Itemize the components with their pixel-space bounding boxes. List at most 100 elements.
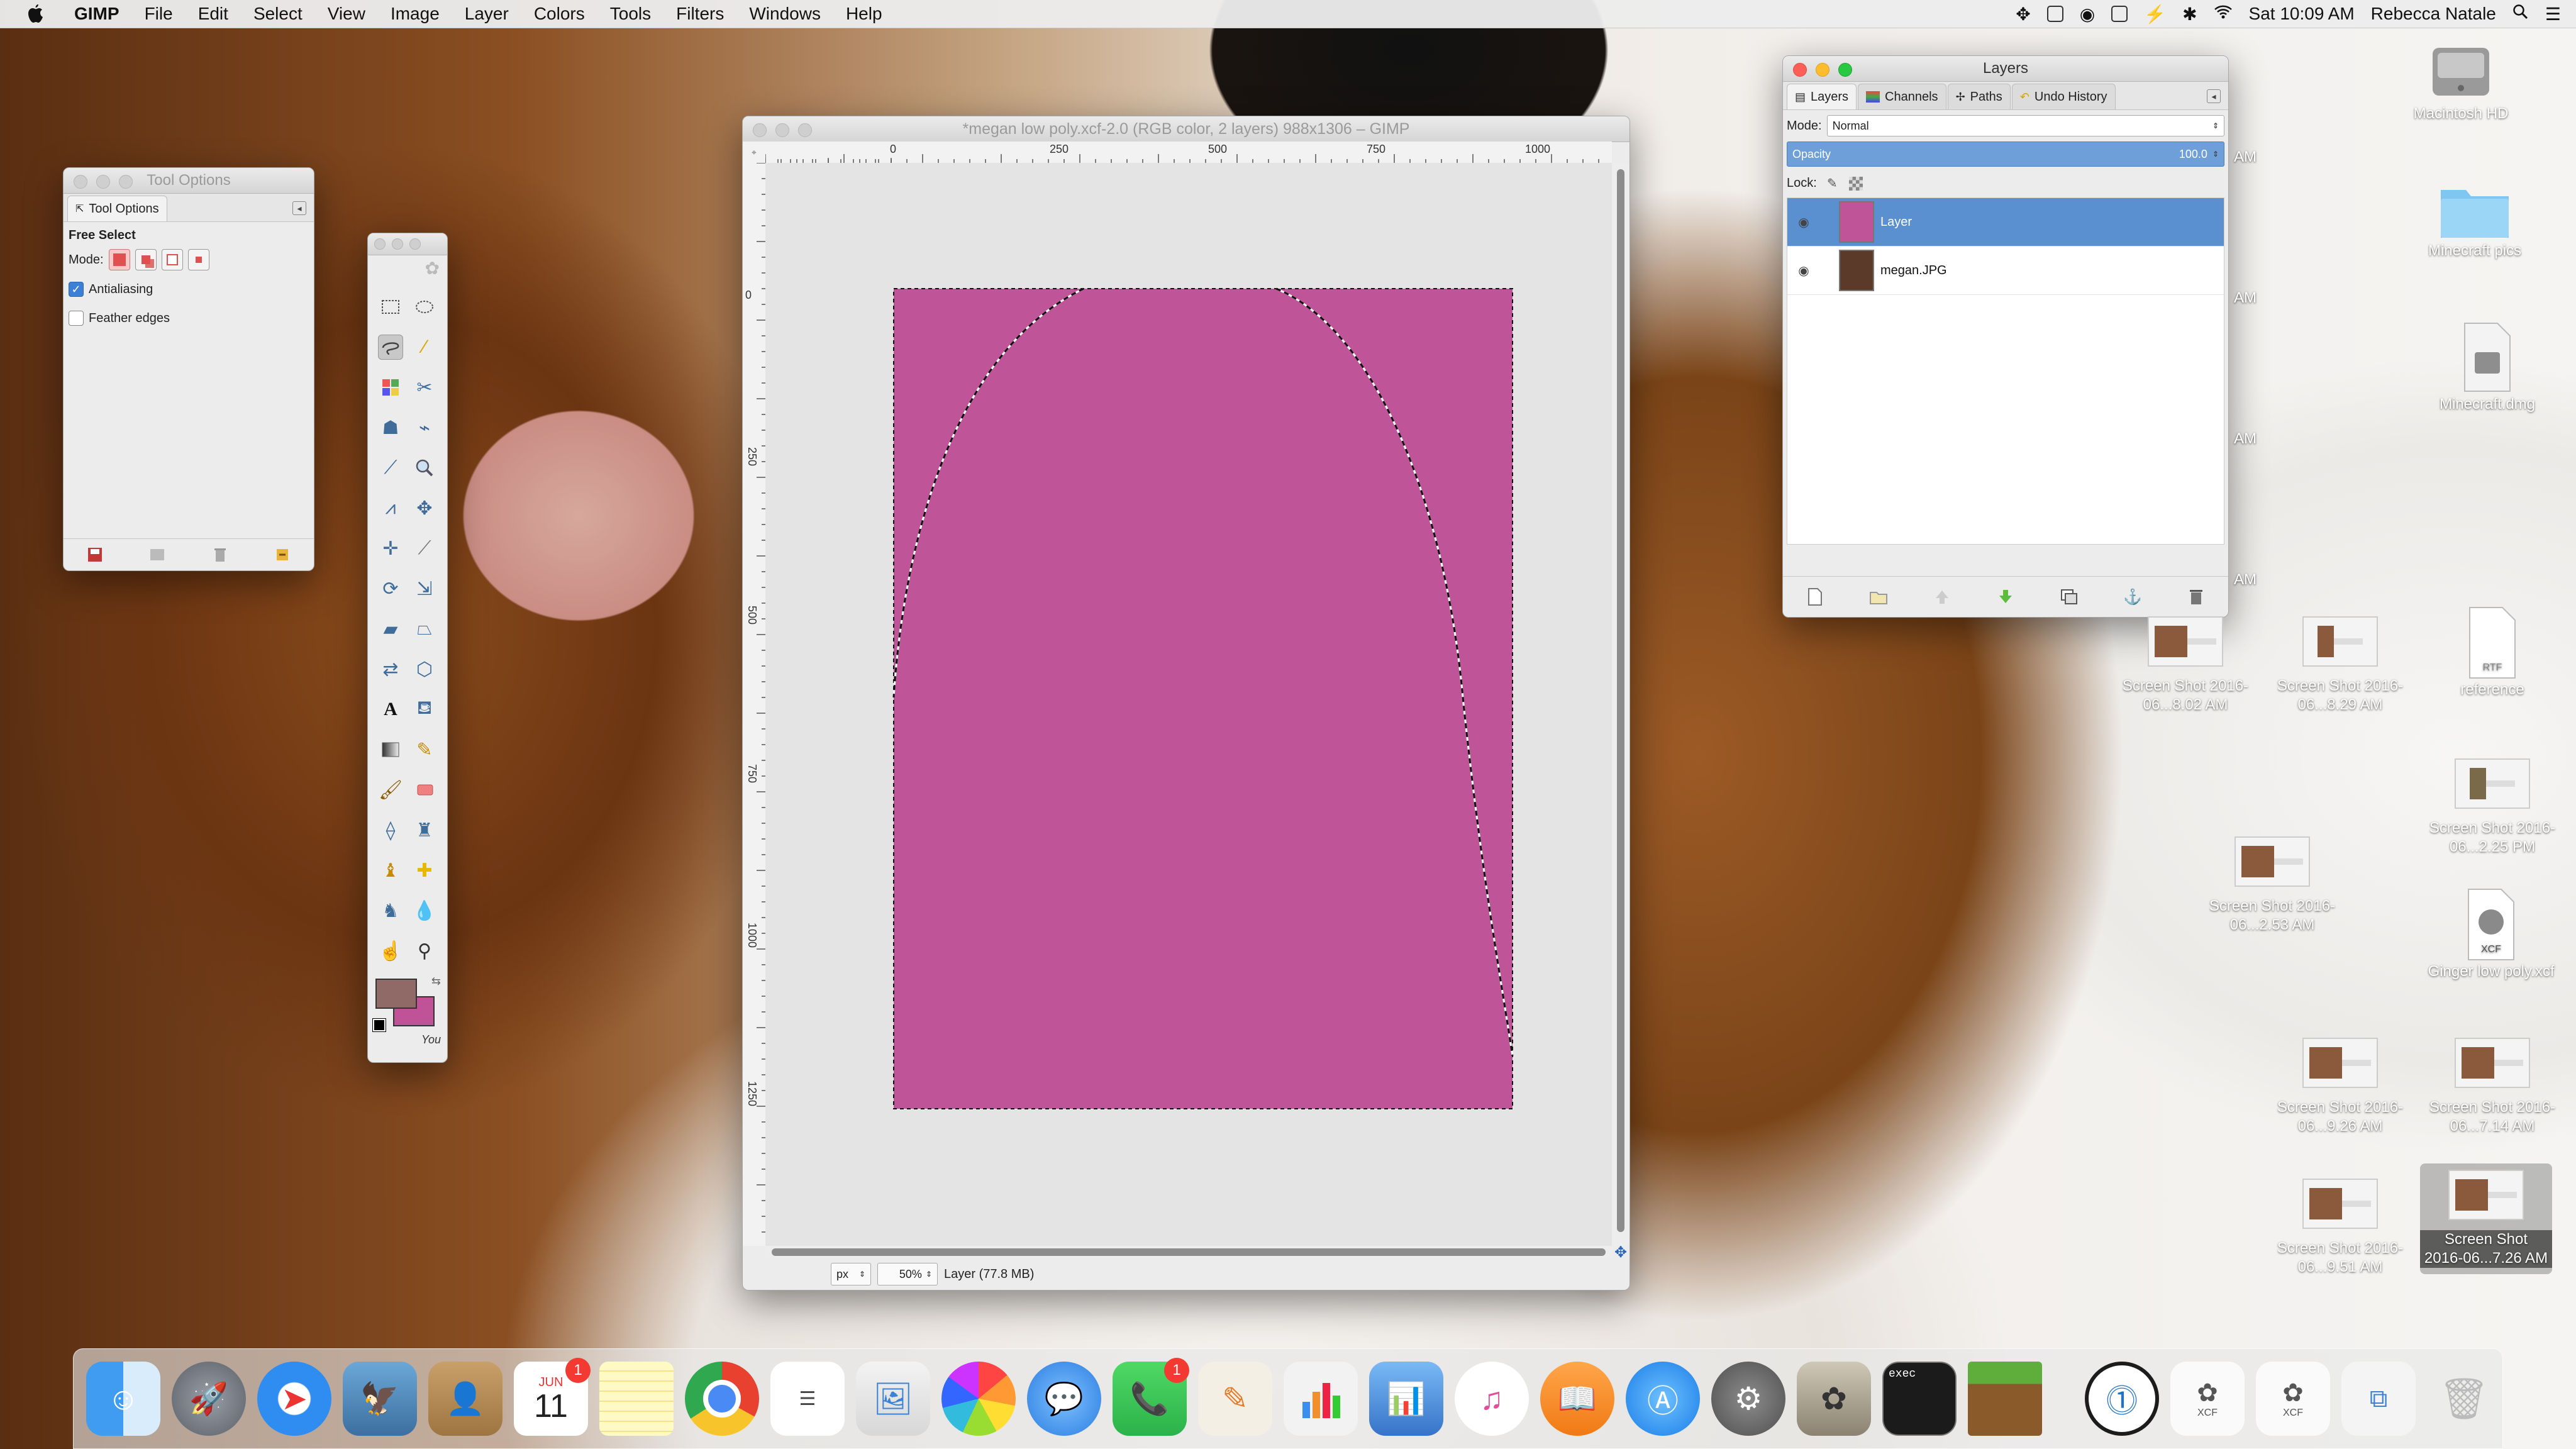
color-picker-tool[interactable]: ⟋ bbox=[374, 448, 408, 488]
desktop-icon-screenshot[interactable]: Screen Shot 2016-06...7.14 AM bbox=[2426, 1038, 2558, 1136]
dock-gimp-icon[interactable]: ✿ bbox=[1797, 1362, 1871, 1436]
bucket-fill-tool[interactable]: ⛾ bbox=[408, 689, 441, 730]
desktop-icon-minecraft-dmg[interactable]: Minecraft.dmg bbox=[2421, 319, 2553, 414]
menu-layer[interactable]: Layer bbox=[452, 4, 521, 24]
layer-name[interactable]: megan.JPG bbox=[1880, 264, 1947, 278]
battery-charge-icon[interactable]: ⚡ bbox=[2144, 4, 2166, 25]
dropbox-icon[interactable]: ✥ bbox=[2016, 4, 2030, 25]
vertical-ruler[interactable]: 0 250 500 750 1000 1250 bbox=[743, 163, 766, 1246]
ellipse-select-tool[interactable] bbox=[408, 287, 441, 327]
paths-tool[interactable]: ⌁ bbox=[408, 408, 441, 448]
menu-help[interactable]: Help bbox=[833, 4, 895, 24]
foreground-select-tool[interactable]: ☗ bbox=[374, 408, 408, 448]
desktop-icon-screenshot[interactable]: Screen Shot 2016-06...9.51 AM bbox=[2274, 1179, 2406, 1277]
mode-replace-button[interactable] bbox=[108, 249, 130, 270]
desktop-icon-screenshot[interactable]: Screen Shot 2016-06...8.02 AM bbox=[2119, 616, 2251, 714]
delete-layer-icon[interactable] bbox=[2187, 587, 2206, 606]
antialiasing-option[interactable]: ✓ Antialiasing bbox=[69, 282, 309, 297]
mode-add-button[interactable] bbox=[135, 249, 157, 270]
scale-tool[interactable]: ⇲ bbox=[408, 569, 441, 609]
notification-center-icon[interactable]: ☰ bbox=[2545, 4, 2561, 25]
menu-filters[interactable]: Filters bbox=[663, 4, 736, 24]
dock-safari-icon[interactable]: ➤ bbox=[257, 1362, 331, 1436]
close-button[interactable] bbox=[753, 123, 767, 137]
dodge-burn-tool[interactable]: ⚲ bbox=[408, 931, 441, 971]
align-tool[interactable]: ✛ bbox=[374, 528, 408, 569]
menu-view[interactable]: View bbox=[315, 4, 378, 24]
navigate-icon[interactable]: ✥ bbox=[1612, 1244, 1629, 1261]
shear-tool[interactable]: ▰ bbox=[374, 609, 408, 649]
menu-windows[interactable]: Windows bbox=[736, 4, 833, 24]
dock-finder-icon[interactable]: ☺ bbox=[86, 1362, 160, 1436]
horizontal-ruler[interactable]: 0 250 500 750 1000 bbox=[765, 142, 1612, 164]
dock-system-preferences-icon[interactable]: ⚙ bbox=[1711, 1362, 1785, 1436]
minimize-button[interactable] bbox=[775, 123, 789, 137]
mode-subtract-button[interactable] bbox=[161, 249, 183, 270]
dock-preview-icon[interactable]: 🖼 bbox=[856, 1362, 930, 1436]
dock-notes-icon[interactable] bbox=[599, 1362, 674, 1436]
dock-photos-icon[interactable] bbox=[941, 1362, 1016, 1436]
desktop-icon-reference[interactable]: RTF reference bbox=[2426, 605, 2558, 699]
dock-trash-icon[interactable]: 🗑 bbox=[2427, 1362, 2501, 1436]
close-button[interactable] bbox=[374, 238, 386, 250]
color-area[interactable]: ⇆ You bbox=[368, 975, 447, 1050]
tab-menu-button[interactable]: ◂ bbox=[292, 201, 306, 215]
blur-sharpen-tool[interactable]: 💧 bbox=[408, 891, 441, 931]
new-layer-group-icon[interactable] bbox=[1869, 587, 1888, 606]
horizontal-scrollbar[interactable] bbox=[765, 1246, 1612, 1258]
desktop-icon-screenshot[interactable]: Screen Shot 2016-06...9.26 AM bbox=[2274, 1038, 2406, 1136]
perspective-clone-tool[interactable]: ♞ bbox=[374, 891, 408, 931]
desktop-icon-screenshot[interactable]: Screen Shot 2016-06...8.29 AM bbox=[2274, 616, 2406, 714]
dock-terminal-icon[interactable]: exec bbox=[1882, 1362, 1957, 1436]
lock-alpha-icon[interactable] bbox=[1848, 176, 1863, 191]
ink-tool[interactable]: ♜ bbox=[408, 810, 441, 850]
perspective-tool[interactable]: ⏢ bbox=[408, 609, 441, 649]
menu-colors[interactable]: Colors bbox=[521, 4, 597, 24]
dock-keynote-icon[interactable]: 📊 bbox=[1369, 1362, 1443, 1436]
dock-contacts-icon[interactable]: 👤 bbox=[428, 1362, 502, 1436]
close-button[interactable] bbox=[74, 175, 87, 189]
fuzzy-select-tool[interactable]: ⁄ bbox=[408, 327, 441, 367]
layer-mode-select[interactable]: Normal ⇕ bbox=[1826, 115, 2224, 136]
reset-options-icon[interactable] bbox=[273, 545, 292, 564]
bluetooth-icon[interactable]: ✱ bbox=[2182, 4, 2197, 25]
text-tool[interactable]: A bbox=[374, 689, 408, 730]
tab-tool-options[interactable]: ⇱ Tool Options bbox=[67, 196, 167, 221]
layer-row[interactable]: ◉ megan.JPG bbox=[1787, 247, 2224, 295]
minimize-button[interactable] bbox=[392, 238, 403, 250]
anchor-layer-icon[interactable]: ⚓ bbox=[2123, 587, 2142, 606]
menu-tools[interactable]: Tools bbox=[597, 4, 663, 24]
desktop-icon-screenshot[interactable]: Screen Shot 2016-06...2.53 AM bbox=[2206, 836, 2338, 935]
layer-visibility-eye-icon[interactable]: ◉ bbox=[1787, 214, 1820, 230]
feather-edges-checkbox[interactable] bbox=[69, 311, 84, 326]
clone-tool[interactable]: ♝ bbox=[374, 850, 408, 891]
measure-tool[interactable]: ⩘ bbox=[374, 488, 408, 528]
pencil-tool[interactable]: ✎ bbox=[408, 730, 441, 770]
antialiasing-checkbox[interactable]: ✓ bbox=[69, 282, 84, 297]
dock-xcf-file-icon[interactable]: ✿ XCF bbox=[2256, 1362, 2330, 1436]
menu-select[interactable]: Select bbox=[241, 4, 315, 24]
dock-calendar-icon[interactable]: JUN 11 1 bbox=[514, 1358, 591, 1436]
canvas-area[interactable] bbox=[765, 163, 1612, 1246]
scissors-select-tool[interactable]: ✂ bbox=[408, 367, 441, 408]
menu-file[interactable]: File bbox=[132, 4, 186, 24]
tab-layers[interactable]: ▤ Layers bbox=[1787, 84, 1857, 109]
tab-menu-button[interactable]: ◂ bbox=[2207, 89, 2221, 103]
chat-status-icon[interactable]: ◉ bbox=[2080, 4, 2095, 25]
duplicate-layer-icon[interactable] bbox=[2060, 587, 2079, 606]
desktop-icon-ginger-xcf[interactable]: XCF Ginger low poly.xcf bbox=[2425, 887, 2557, 981]
heal-tool[interactable]: ✚ bbox=[408, 850, 441, 891]
dock-app-store-icon[interactable]: Ⓐ bbox=[1626, 1362, 1700, 1436]
image-window-titlebar[interactable]: *megan low poly.xcf-2.0 (RGB color, 2 la… bbox=[743, 116, 1629, 142]
select-by-color-tool[interactable] bbox=[374, 367, 408, 408]
dock-downloads-stack-icon[interactable]: ⧉ bbox=[2341, 1362, 2416, 1436]
toolbox-titlebar[interactable] bbox=[368, 233, 447, 255]
tab-paths[interactable]: ✢ Paths bbox=[1947, 84, 2011, 109]
dock-reminders-icon[interactable]: ☰ bbox=[770, 1362, 845, 1436]
minimize-button[interactable] bbox=[1816, 63, 1829, 77]
dock-numbers-icon[interactable] bbox=[1284, 1362, 1358, 1436]
zoom-button[interactable] bbox=[119, 175, 133, 189]
menu-image[interactable]: Image bbox=[378, 4, 452, 24]
opacity-spinner-icon[interactable]: ⇕ bbox=[2212, 150, 2219, 158]
free-select-tool[interactable] bbox=[374, 327, 408, 367]
